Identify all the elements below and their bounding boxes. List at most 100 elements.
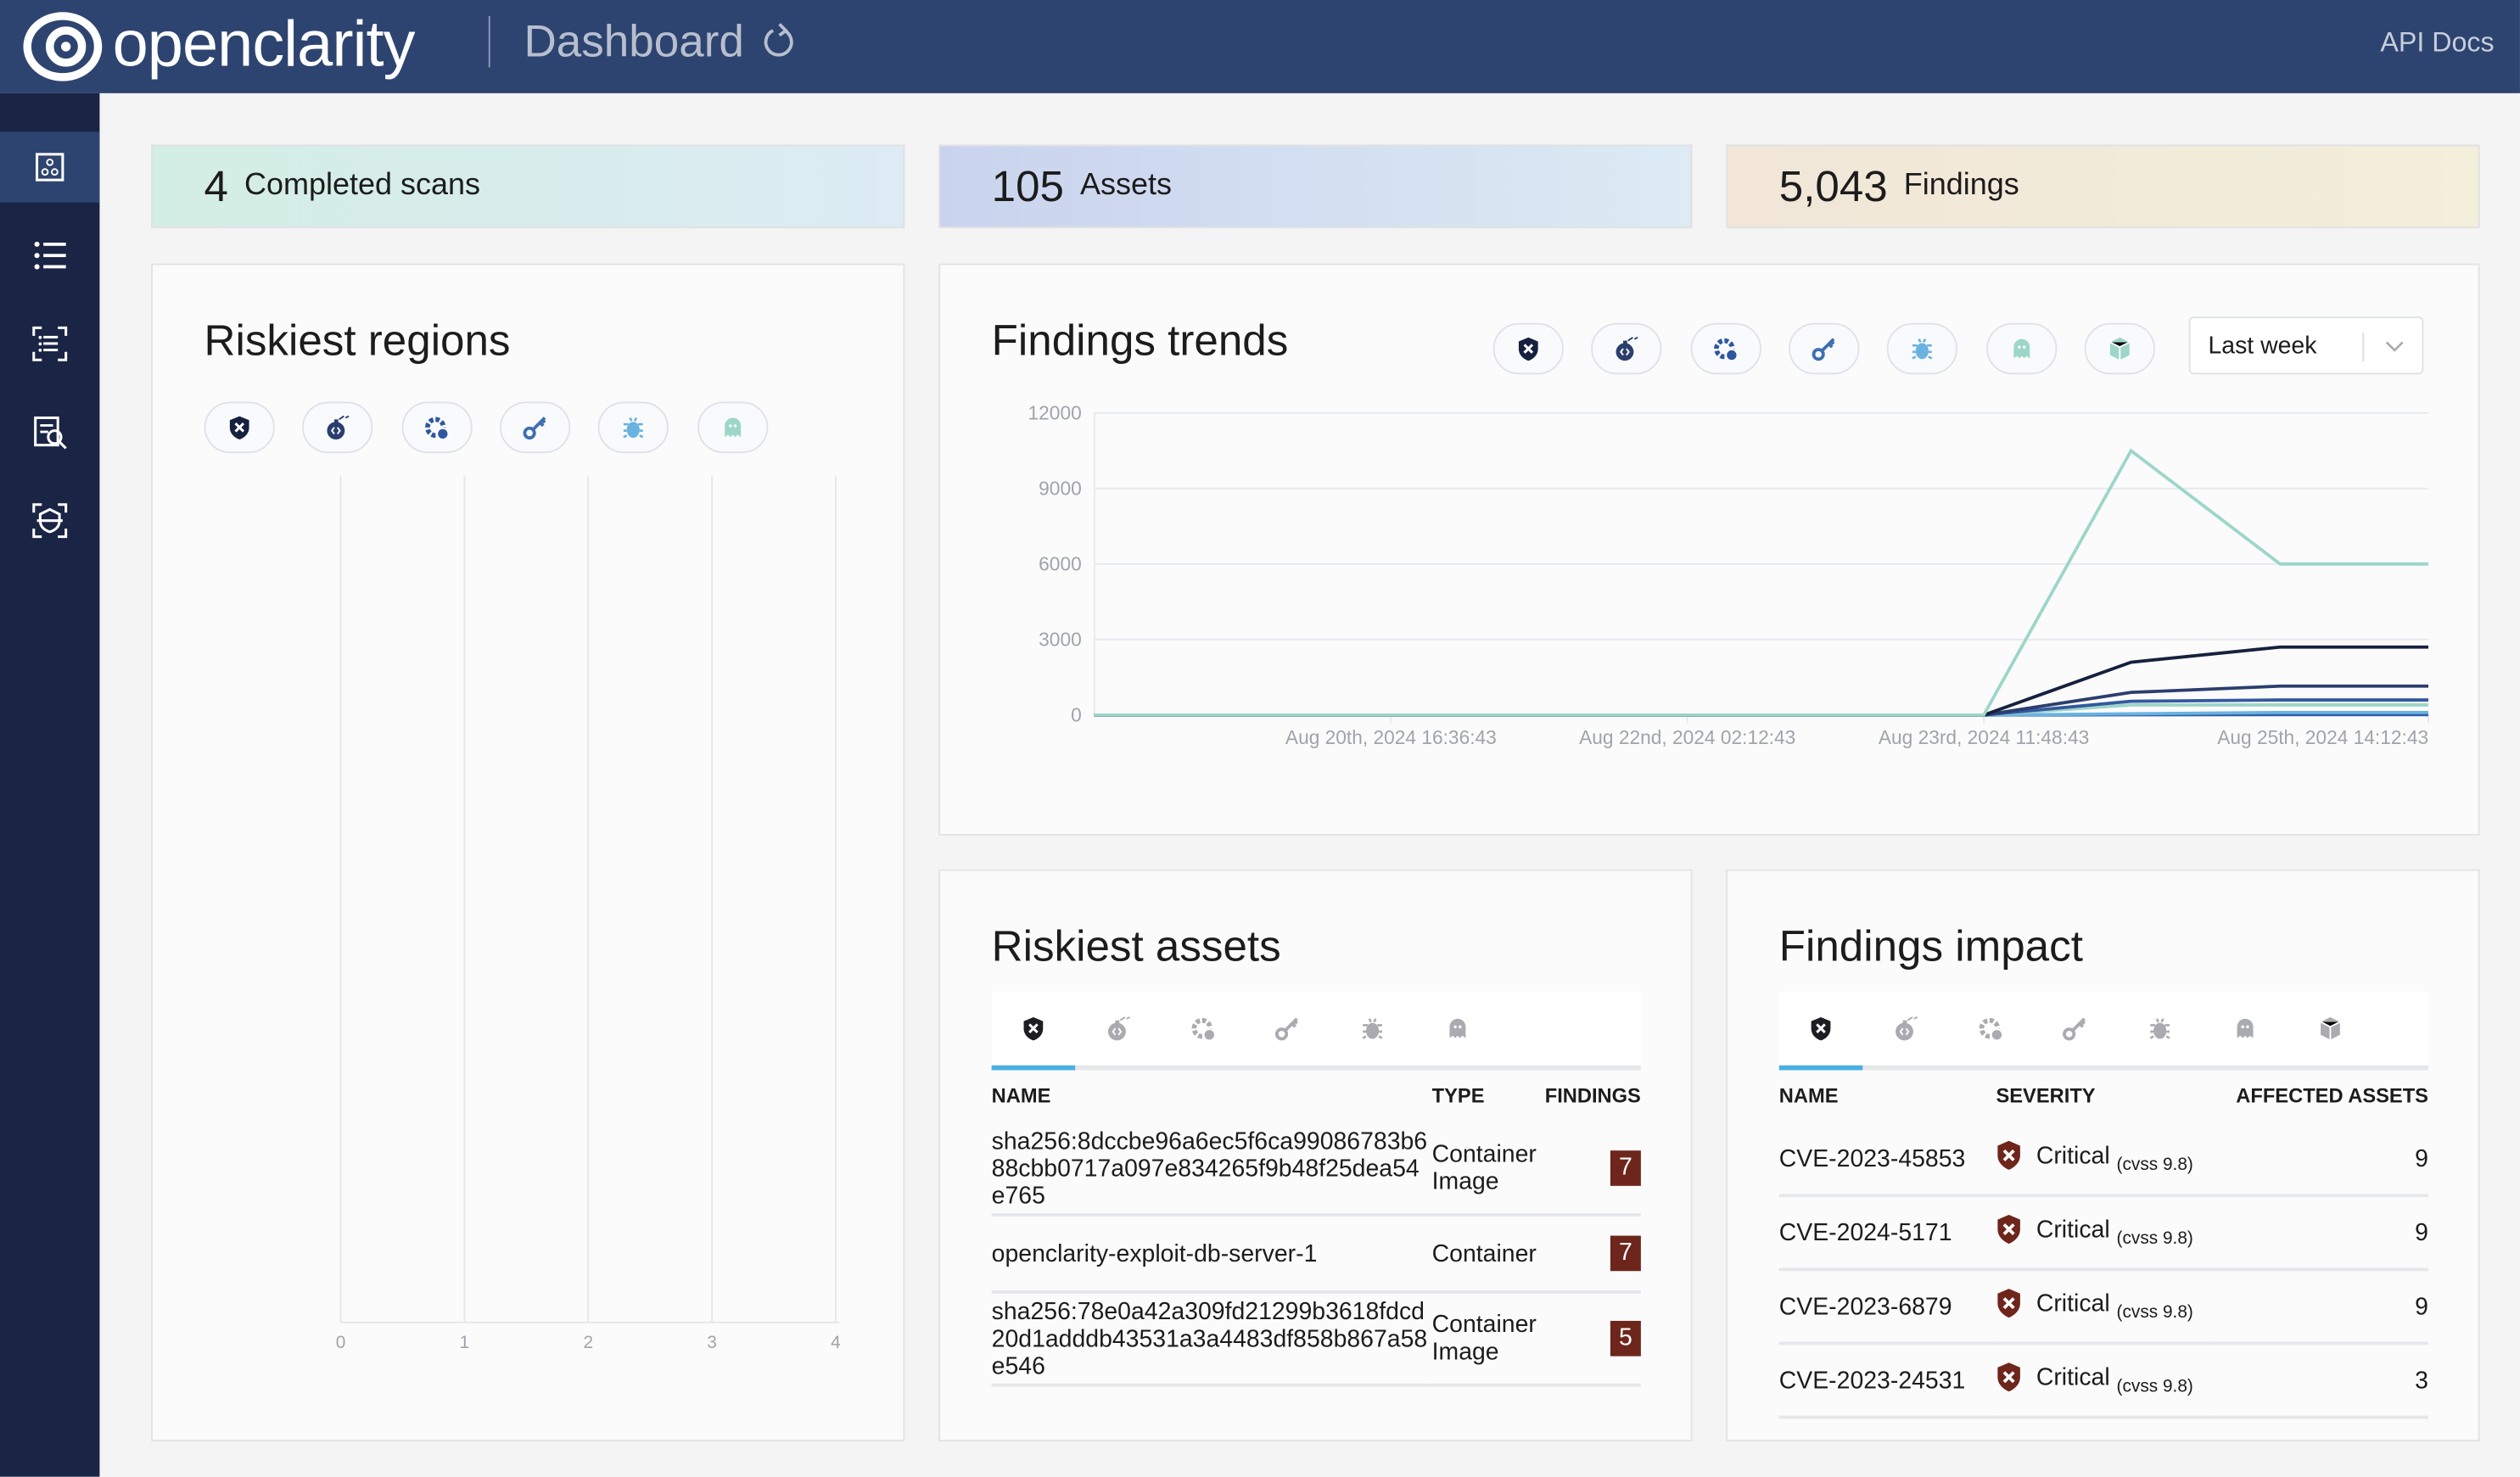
x-tick-label: 0 (336, 1333, 346, 1352)
asset-name[interactable]: sha256:78e0a42a309fd21299b3618fdcd20d1ad… (992, 1292, 1432, 1385)
severity-label: Critical (2036, 1363, 2110, 1390)
page-title: Dashboard (524, 16, 795, 68)
findings-impact-card: Findings impact NAME SEVERITY AFFECTED A… (1726, 870, 2479, 1441)
api-docs-link[interactable]: API Docs (2380, 27, 2494, 59)
asset-name[interactable]: sha256:8dccbe96a6ec5f6ca99086783b688cbb0… (992, 1123, 1432, 1215)
stat-completed-scans[interactable]: 4 Completed scans (151, 144, 904, 227)
finding-row[interactable]: CVE-2023-6879 Critical (cvss 9.8) 9 (1779, 1269, 2428, 1343)
severity-label: Critical (2036, 1142, 2110, 1169)
y-tick-label: 9000 (1039, 477, 1082, 499)
stat-label: Completed scans (244, 169, 480, 204)
dashboard-icon (34, 151, 66, 183)
riskiest-regions-card: Riskiest regions 01234 (151, 264, 904, 1441)
rootkits-icon (1445, 1015, 1470, 1041)
x-tick-label: 3 (707, 1333, 717, 1352)
finding-row[interactable]: CVE-2023-45853 Critical (cvss 9.8) 9 (1779, 1123, 2428, 1195)
refresh-icon[interactable] (760, 23, 796, 61)
x-tick-label: 4 (831, 1333, 841, 1352)
header-divider (489, 16, 490, 68)
cve-name[interactable]: CVE-2023-24531 (1779, 1343, 1996, 1417)
finding-row[interactable]: CVE-2023-24531 Critical (cvss 9.8) 3 (1779, 1343, 2428, 1417)
cve-name[interactable]: CVE-2024-5171 (1779, 1195, 1996, 1269)
stat-value: 105 (992, 161, 1064, 211)
tab-rootkits[interactable] (1416, 992, 1499, 1066)
cvss-score: (cvss 9.8) (2117, 1377, 2193, 1396)
scans-icon (32, 503, 68, 539)
sidebar-item-dashboard[interactable] (0, 131, 99, 202)
critical-severity-icon (1996, 1141, 2021, 1170)
malware-icon (2148, 1015, 2173, 1041)
finding-row[interactable]: CVE-2024-5171 Critical (cvss 9.8) 9 (1779, 1195, 2428, 1269)
series-line (1095, 450, 2428, 715)
critical-severity-icon (1996, 1289, 2021, 1318)
tab-malware[interactable] (1331, 992, 1414, 1066)
critical-severity-icon (1996, 1215, 2021, 1244)
logo[interactable]: openclarity (23, 9, 415, 81)
sidebar-item-scans[interactable] (0, 485, 99, 556)
affected-assets-count: 9 (2215, 1269, 2428, 1343)
findings-count-badge: 5 (1610, 1321, 1641, 1357)
cvss-score: (cvss 9.8) (2117, 1303, 2193, 1323)
tab-malware[interactable] (2119, 992, 2202, 1066)
secrets-icon (1275, 1015, 1301, 1041)
asset-type: Container (1432, 1215, 1542, 1292)
y-tick-label: 12000 (1028, 401, 1082, 423)
riskiest-assets-table: NAME TYPE FINDINGS sha256:8dccbe96a6ec5f… (992, 1085, 1641, 1387)
top-header: openclarity Dashboard API Docs (0, 0, 2520, 93)
x-tick-label: 1 (460, 1333, 470, 1352)
sidebar-item-asset-scans[interactable] (0, 397, 99, 467)
tab-misconfigurations[interactable] (1162, 992, 1245, 1066)
findings-trends-card: Findings trends Last week 03000600090001… (938, 264, 2479, 836)
tab-secrets[interactable] (2034, 992, 2117, 1066)
asset-scans-icon (32, 415, 68, 450)
packages-icon (2317, 1015, 2343, 1041)
cve-name[interactable]: CVE-2023-6879 (1779, 1269, 1996, 1343)
rootkits-icon (2232, 1015, 2258, 1041)
sidebar-item-findings[interactable] (0, 220, 99, 290)
finding-type-tabs (992, 992, 1641, 1071)
assets-icon (32, 327, 68, 362)
findings-count-badge: 7 (1610, 1150, 1641, 1186)
findings-impact-table: NAME SEVERITY AFFECTED ASSETS CVE-2023-4… (1779, 1085, 2428, 1419)
tab-rootkits[interactable] (2204, 992, 2287, 1066)
y-tick-label: 6000 (1039, 552, 1082, 574)
x-tick-label: Aug 22nd, 2024 02:12:43 (1579, 726, 1795, 748)
stat-value: 4 (204, 161, 228, 211)
affected-assets-count: 9 (2215, 1195, 2428, 1269)
critical-severity-icon (1996, 1362, 2021, 1391)
x-tick-label: Aug 23rd, 2024 11:48:43 (1879, 726, 2089, 748)
tab-packages[interactable] (2288, 992, 2372, 1066)
severity-label: Critical (2036, 1290, 2110, 1317)
tab-exploits[interactable] (1864, 992, 1947, 1066)
asset-type: Container Image (1432, 1123, 1542, 1215)
asset-row[interactable]: openclarity-exploit-db-server-1 Containe… (992, 1215, 1641, 1292)
tab-vulnerabilities[interactable] (992, 992, 1075, 1071)
tab-vulnerabilities[interactable] (1779, 992, 1862, 1071)
misconfigurations-icon (1978, 1015, 2003, 1041)
asset-row[interactable]: sha256:78e0a42a309fd21299b3618fdcd20d1ad… (992, 1292, 1641, 1385)
stat-assets[interactable]: 105Assets (938, 144, 1692, 227)
cvss-score: (cvss 9.8) (2117, 1229, 2193, 1249)
y-tick-label: 0 (1071, 703, 1082, 725)
y-tick-label: 3000 (1039, 628, 1082, 650)
sidebar-item-assets[interactable] (0, 309, 99, 379)
stat-findings[interactable]: 5,043Findings (1726, 144, 2479, 227)
col-name: NAME (1779, 1085, 1996, 1123)
secrets-icon (2063, 1015, 2088, 1041)
page-title-text: Dashboard (524, 16, 743, 68)
exploits-icon (1106, 1015, 1131, 1041)
vulnerabilities-icon (1808, 1015, 1834, 1041)
malware-icon (1360, 1015, 1386, 1041)
x-tick-label: 2 (583, 1333, 593, 1352)
cve-name[interactable]: CVE-2023-45853 (1779, 1123, 1996, 1195)
tab-exploits[interactable] (1077, 992, 1160, 1066)
brand-name: openclarity (113, 9, 415, 81)
riskiest-regions-chart: 0 1 2 3 4 (153, 266, 906, 1443)
vulnerabilities-icon (1021, 1015, 1046, 1041)
tab-misconfigurations[interactable] (1949, 992, 2032, 1066)
asset-name[interactable]: openclarity-exploit-db-server-1 (992, 1215, 1432, 1292)
riskiest-assets-card: Riskiest assets NAME TYPE FINDINGS sha25… (938, 870, 1692, 1441)
severity-label: Critical (2036, 1216, 2110, 1243)
asset-row[interactable]: sha256:8dccbe96a6ec5f6ca99086783b688cbb0… (992, 1123, 1641, 1215)
tab-secrets[interactable] (1246, 992, 1330, 1066)
